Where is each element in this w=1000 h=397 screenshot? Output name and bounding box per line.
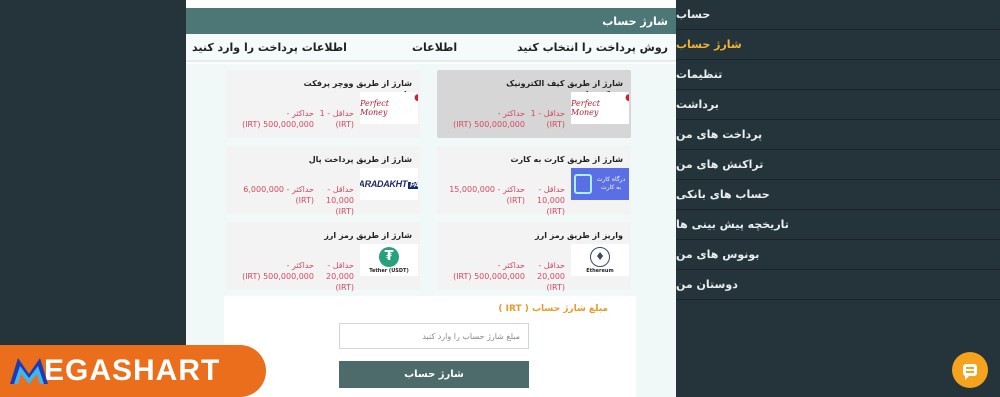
- method-max: حداکثر - 500,000,000 (IRT): [242, 261, 314, 281]
- brand-text: EGASHART: [44, 354, 221, 387]
- sidebar-item-label: پرداخت های من: [676, 128, 763, 141]
- page-title: شارژ حساب: [186, 8, 676, 34]
- sidebar-item-prediction-history[interactable]: تاریخچه پیش بینی ها: [676, 210, 1000, 240]
- paradakht-pal-logo: PARADAKHTPAL: [360, 168, 418, 200]
- sidebar-item-label: تاریخچه پیش بینی ها: [676, 218, 789, 231]
- method-min: حداقل - 10,000 (IRT): [326, 185, 354, 216]
- method-card-crypto-charge[interactable]: شارژ از طریق رمز ارز ₮ Tether (USDT) حداق…: [226, 222, 420, 292]
- method-max: حداکثر - 6,000,000 (IRT): [243, 185, 314, 205]
- method-max: حداکثر - 500,000,000 (IRT): [242, 109, 314, 129]
- amount-form: مبلغ شارژ حساب ( IRT ) شارژ حساب: [224, 296, 636, 397]
- method-min: حداقل - 1 (IRT): [530, 109, 565, 129]
- method-max: حداکثر - 15,000,000 (IRT): [449, 185, 525, 205]
- chat-button[interactable]: [952, 352, 988, 388]
- method-card-paradakht-pal[interactable]: شارژ از طریق پرداخت پال PARADAKHTPAL حدا…: [226, 146, 420, 216]
- tether-logo: ₮ Tether (USDT): [360, 244, 418, 276]
- sidebar-item-label: تراکنش های من: [676, 158, 764, 171]
- sidebar-item-withdraw[interactable]: برداشت: [676, 90, 1000, 120]
- method-title: شارژ از طریق رمز ارز: [324, 231, 412, 240]
- perfect-money-logo: Perfect Money●: [360, 92, 418, 124]
- sidebar-item-my-transactions[interactable]: تراکنش های من: [676, 150, 1000, 180]
- sidebar-item-label: بونوس های من: [676, 248, 760, 261]
- method-title: شارژ از طریق پرداخت پال: [308, 155, 412, 164]
- sidebar-item-my-payments[interactable]: پرداخت های من: [676, 120, 1000, 150]
- step-payment-info[interactable]: اطلاعات پرداخت را وارد کنید: [192, 41, 347, 54]
- card-to-card-logo: درگاه کارت به کارت: [571, 168, 629, 200]
- sidebar-item-bank-accounts[interactable]: حساب های بانکی: [676, 180, 1000, 210]
- sidebar-item-my-bonuses[interactable]: بونوس های من: [676, 240, 1000, 270]
- sidebar-item-label: تنظیمات: [676, 68, 723, 81]
- charge-account-button[interactable]: شارژ حساب: [339, 361, 529, 388]
- sidebar-item-label: حساب های بانکی: [676, 188, 770, 201]
- method-card-perfect-money-wallet[interactable]: شارژ از طریق کیف الکترونیک پرفکت مانی Pe…: [437, 70, 631, 138]
- method-min: حداقل - 10,000 (IRT): [537, 185, 565, 216]
- method-max: حداکثر - 500,000,000 (IRT): [453, 109, 525, 129]
- sidebar-item-label: حساب: [676, 8, 711, 21]
- method-max: حداکثر - 500,000,000 (IRT): [453, 261, 525, 281]
- perfect-money-logo: Perfect Money●: [571, 92, 629, 124]
- step-bar: روش پرداخت را انتخاب کنید اطلاعات اطلاعا…: [186, 34, 676, 62]
- method-title: شارژ از طریق کارت به کارت: [510, 155, 623, 164]
- method-min: حداقل - 20,000 (IRT): [326, 261, 354, 292]
- amount-label: مبلغ شارژ حساب ( IRT ): [498, 304, 608, 314]
- sidebar-item-account[interactable]: حساب: [676, 0, 1000, 30]
- chat-icon: [963, 364, 977, 380]
- sidebar-item-label: برداشت: [676, 98, 719, 111]
- brand-m-icon: [8, 354, 50, 388]
- sidebar: حساب شارژ حساب تنظیمات برداشت پرداخت های…: [676, 0, 1000, 397]
- method-card-perfect-money-voucher[interactable]: شارژ از طریق ووچر پرفکت مانی Perfect Mon…: [226, 70, 420, 138]
- sidebar-item-charge-account[interactable]: شارژ حساب: [676, 30, 1000, 60]
- sidebar-item-label: دوستان من: [676, 278, 738, 291]
- sidebar-item-label: شارژ حساب: [676, 38, 742, 51]
- payment-methods-area: شارژ از طریق کیف الکترونیک پرفکت مانی Pe…: [186, 64, 676, 397]
- megashart-logo: EGASHART: [0, 345, 266, 397]
- sidebar-item-settings[interactable]: تنظیمات: [676, 60, 1000, 90]
- step-select-method[interactable]: روش پرداخت را انتخاب کنید: [517, 41, 668, 54]
- method-card-crypto-deposit[interactable]: واریز از طریق رمز ارز ♦ Ethereum حداقل - …: [437, 222, 631, 292]
- main-panel: شارژ حساب روش پرداخت را انتخاب کنید اطلا…: [186, 0, 676, 397]
- method-title: واریز از طریق رمز ارز: [534, 231, 623, 240]
- step-info[interactable]: اطلاعات: [412, 41, 457, 54]
- sidebar-item-my-friends[interactable]: دوستان من: [676, 270, 1000, 300]
- method-card-card-to-card[interactable]: شارژ از طریق کارت به کارت درگاه کارت به …: [437, 146, 631, 216]
- amount-input[interactable]: [339, 323, 529, 349]
- ethereum-logo: ♦ Ethereum: [571, 244, 629, 276]
- method-min: حداقل - 1 (IRT): [319, 109, 354, 129]
- method-min: حداقل - 20,000 (IRT): [537, 261, 565, 292]
